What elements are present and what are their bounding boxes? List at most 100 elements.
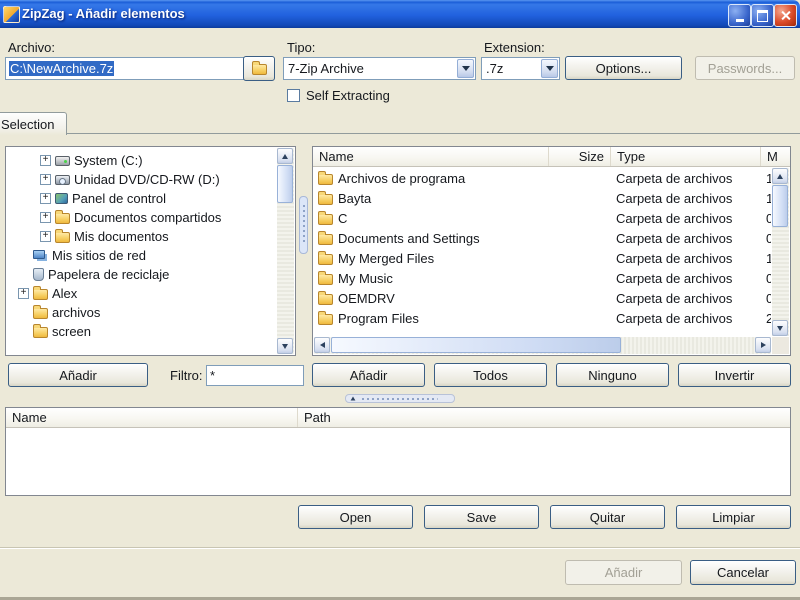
- invert-selection-button[interactable]: Invertir: [678, 363, 791, 387]
- archive-path-input[interactable]: C:\NewArchive.7z: [5, 57, 246, 80]
- archive-path-value: C:\NewArchive.7z: [9, 61, 114, 76]
- scroll-right-icon[interactable]: [755, 337, 771, 353]
- scrollbar-thumb[interactable]: [772, 185, 788, 227]
- file-list-vscrollbar[interactable]: [772, 168, 789, 336]
- folder-icon: [318, 174, 333, 185]
- tree-item-control-panel[interactable]: + Panel de control: [8, 189, 275, 208]
- tree-item-archivos[interactable]: archivos: [8, 303, 275, 322]
- tab-divider: [0, 133, 800, 134]
- network-icon: [33, 250, 45, 259]
- column-header-modified[interactable]: M: [761, 147, 790, 166]
- add-archive-button: Añadir: [565, 560, 682, 585]
- column-header-name[interactable]: Name: [313, 147, 549, 166]
- column-header-size[interactable]: Size: [549, 147, 611, 166]
- file-row[interactable]: OEMDRV Carpeta de archivos 05: [314, 288, 771, 308]
- clear-button[interactable]: Limpiar: [676, 505, 791, 529]
- column-header-type[interactable]: Type: [611, 147, 761, 166]
- scroll-up-icon[interactable]: [277, 148, 293, 164]
- tree-item-label: Documentos compartidos: [74, 210, 221, 225]
- column-header-name[interactable]: Name: [6, 408, 298, 427]
- tree-item-alex[interactable]: + Alex: [8, 284, 275, 303]
- tree-item-my-documents[interactable]: + Mis documentos: [8, 227, 275, 246]
- scroll-down-icon[interactable]: [277, 338, 293, 354]
- file-list-panel: Name Size Type M Archivos de programa Ca…: [312, 146, 791, 356]
- tree-item-label: Alex: [52, 286, 77, 301]
- horizontal-splitter[interactable]: [345, 394, 455, 403]
- expand-icon[interactable]: +: [40, 212, 51, 223]
- folder-tree-panel: + System (C:) + Unidad DVD/CD-RW (D:) + …: [5, 146, 296, 356]
- open-button[interactable]: Open: [298, 505, 413, 529]
- save-button[interactable]: Save: [424, 505, 539, 529]
- filter-value: *: [210, 368, 215, 383]
- tree-item-label: Mis sitios de red: [52, 248, 146, 263]
- cancel-button[interactable]: Cancelar: [690, 560, 796, 585]
- expand-icon[interactable]: +: [40, 231, 51, 242]
- chevron-down-icon[interactable]: [541, 59, 558, 78]
- self-extracting-checkbox[interactable]: [287, 89, 300, 102]
- collapse-up-icon: [351, 397, 356, 401]
- tree-item-label: Panel de control: [72, 191, 166, 206]
- filter-input[interactable]: *: [206, 365, 304, 386]
- file-list-header: Name Size Type M: [313, 147, 790, 167]
- archive-type-select[interactable]: 7-Zip Archive: [283, 57, 476, 80]
- scroll-up-icon[interactable]: [772, 168, 788, 184]
- scroll-left-icon[interactable]: [314, 337, 330, 353]
- tree-item-dvd-drive[interactable]: + Unidad DVD/CD-RW (D:): [8, 170, 275, 189]
- scrollbar-thumb[interactable]: [331, 337, 621, 353]
- tree-item-label: Unidad DVD/CD-RW (D:): [74, 172, 220, 187]
- scrollbar-thumb[interactable]: [277, 165, 293, 203]
- tree-item-screen[interactable]: screen: [8, 322, 275, 341]
- expand-icon[interactable]: +: [40, 193, 51, 204]
- file-row[interactable]: Bayta Carpeta de archivos 19: [314, 188, 771, 208]
- remove-button[interactable]: Quitar: [550, 505, 665, 529]
- file-row[interactable]: C Carpeta de archivos 05: [314, 208, 771, 228]
- add-selected-button[interactable]: Añadir: [312, 363, 425, 387]
- tree-item-system-c[interactable]: + System (C:): [8, 151, 275, 170]
- folder-open-icon: [252, 64, 267, 75]
- browse-button[interactable]: [243, 56, 275, 81]
- maximize-button[interactable]: [751, 4, 774, 27]
- tree-item-recycle-bin[interactable]: Papelera de reciclaje: [8, 265, 275, 284]
- column-header-path[interactable]: Path: [298, 408, 790, 427]
- minimize-button[interactable]: [728, 4, 751, 27]
- file-row[interactable]: Documents and Settings Carpeta de archiv…: [314, 228, 771, 248]
- folder-icon: [318, 254, 333, 265]
- file-list-hscrollbar[interactable]: [314, 337, 771, 354]
- expand-icon[interactable]: +: [18, 288, 29, 299]
- titlebar[interactable]: ZipZag - Añadir elementos: [0, 0, 800, 28]
- tree-item-label: archivos: [52, 305, 100, 320]
- folder-icon: [55, 213, 70, 224]
- chevron-down-icon[interactable]: [457, 59, 474, 78]
- self-extracting-label: Self Extracting: [306, 88, 390, 103]
- tree-scrollbar[interactable]: [277, 148, 294, 354]
- expand-icon[interactable]: +: [40, 155, 51, 166]
- select-none-button[interactable]: Ninguno: [556, 363, 669, 387]
- file-row[interactable]: Archivos de programa Carpeta de archivos…: [314, 168, 771, 188]
- select-all-button[interactable]: Todos: [434, 363, 547, 387]
- file-row[interactable]: My Merged Files Carpeta de archivos 12: [314, 248, 771, 268]
- tree-item-shared-documents[interactable]: + Documentos compartidos: [8, 208, 275, 227]
- cd-drive-icon: [55, 175, 70, 185]
- folder-icon: [318, 274, 333, 285]
- expand-icon[interactable]: +: [40, 174, 51, 185]
- tree-item-label: Papelera de reciclaje: [48, 267, 169, 282]
- file-row[interactable]: Program Files Carpeta de archivos 21: [314, 308, 771, 328]
- folder-icon: [33, 308, 48, 319]
- vertical-splitter[interactable]: [299, 196, 308, 254]
- folder-icon: [33, 327, 48, 338]
- queue-list-panel: Name Path: [5, 407, 791, 496]
- filtro-label: Filtro:: [170, 368, 203, 383]
- options-button[interactable]: Options...: [565, 56, 682, 80]
- folder-icon: [318, 294, 333, 305]
- tab-selection[interactable]: Selection: [0, 112, 67, 135]
- close-button[interactable]: [774, 4, 797, 27]
- tree-item-label: Mis documentos: [74, 229, 169, 244]
- close-icon: [780, 10, 791, 21]
- scroll-down-icon[interactable]: [772, 320, 788, 336]
- extension-select[interactable]: .7z: [481, 57, 560, 80]
- queue-list-body[interactable]: [7, 429, 789, 494]
- file-row[interactable]: My Music Carpeta de archivos 09: [314, 268, 771, 288]
- tree-item-network-places[interactable]: Mis sitios de red: [8, 246, 275, 265]
- add-folder-button[interactable]: Añadir: [8, 363, 148, 387]
- window-title: ZipZag - Añadir elementos: [22, 6, 185, 21]
